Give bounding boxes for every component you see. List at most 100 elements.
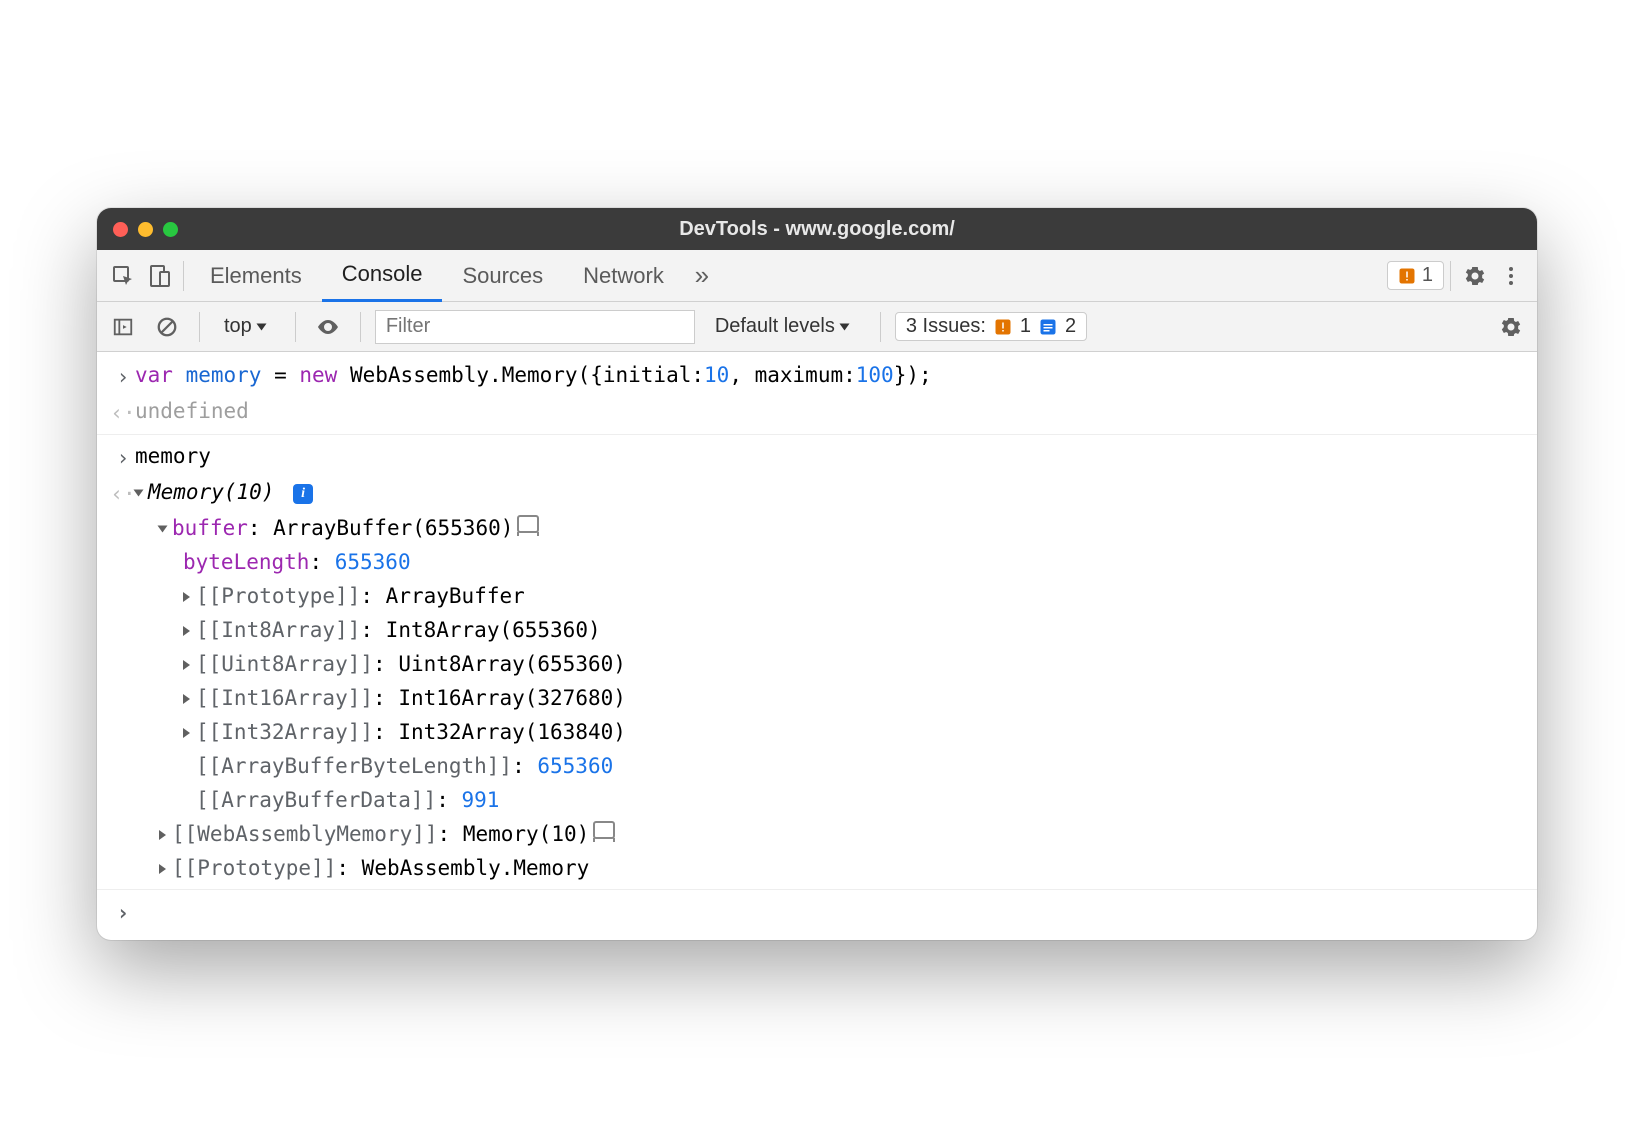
chevron-down-icon bbox=[839, 323, 849, 330]
tab-console[interactable]: Console bbox=[322, 250, 443, 302]
prop-val: Int32Array(163840) bbox=[398, 720, 626, 744]
prop-val: 655360 bbox=[335, 550, 411, 574]
expand-toggle-icon[interactable] bbox=[159, 864, 166, 874]
prop-key: buffer bbox=[172, 516, 248, 540]
devtools-window: DevTools - www.google.com/ Elements Cons… bbox=[97, 208, 1537, 940]
info-icon[interactable]: i bbox=[293, 484, 313, 504]
arg-key: initial: bbox=[603, 363, 704, 387]
context-selector[interactable]: top bbox=[214, 315, 281, 338]
device-toolbar-icon[interactable] bbox=[141, 258, 177, 294]
minimize-window-button[interactable] bbox=[138, 222, 153, 237]
prop-val: Memory(10) bbox=[463, 822, 589, 846]
levels-label: Default levels bbox=[715, 315, 835, 338]
log-levels-selector[interactable]: Default levels bbox=[703, 315, 866, 338]
keyword-new: new bbox=[299, 363, 337, 387]
output-marker-icon: ‹· bbox=[111, 394, 135, 430]
prop-key: [[Int16Array]] bbox=[196, 686, 373, 710]
object-property-row: [[ArrayBufferData]]: 991 bbox=[97, 783, 1537, 817]
divider bbox=[360, 312, 361, 342]
tab-elements[interactable]: Elements bbox=[190, 250, 322, 302]
object-property-row[interactable]: [[Int8Array]]: Int8Array(655360) bbox=[97, 613, 1537, 647]
arg-key: maximum: bbox=[755, 363, 856, 387]
settings-gear-icon[interactable] bbox=[1457, 258, 1493, 294]
divider bbox=[199, 312, 200, 342]
arg-val: 10 bbox=[704, 363, 729, 387]
prop-key: [[Prototype]] bbox=[172, 856, 336, 880]
filter-input[interactable] bbox=[375, 310, 695, 344]
prop-key: [[WebAssemblyMemory]] bbox=[172, 822, 438, 846]
prop-key: [[ArrayBufferByteLength]] bbox=[196, 754, 512, 778]
object-property-row[interactable]: [[WebAssemblyMemory]]: Memory(10) bbox=[97, 817, 1537, 851]
live-expression-eye-icon[interactable] bbox=[310, 309, 346, 345]
window-title: DevTools - www.google.com/ bbox=[97, 218, 1537, 241]
expand-toggle-icon[interactable] bbox=[183, 660, 190, 670]
issues-label: 3 Issues: bbox=[906, 315, 986, 338]
warnings-badge[interactable]: 1 bbox=[1387, 261, 1444, 290]
chevron-down-icon bbox=[256, 323, 266, 330]
prop-key: [[Prototype]] bbox=[196, 584, 360, 608]
output-marker-icon: ‹· bbox=[111, 475, 135, 511]
expand-toggle-icon[interactable] bbox=[159, 830, 166, 840]
close-window-button[interactable] bbox=[113, 222, 128, 237]
tab-sources[interactable]: Sources bbox=[442, 250, 563, 302]
prop-val: 655360 bbox=[537, 754, 613, 778]
console-input-row[interactable]: › var memory = new WebAssembly.Memory({i… bbox=[97, 358, 1537, 394]
constructor-name: WebAssembly.Memory bbox=[350, 363, 578, 387]
object-property-row[interactable]: buffer: ArrayBuffer(655360) bbox=[97, 511, 1537, 545]
prop-val: ArrayBuffer(655360) bbox=[273, 516, 513, 540]
expand-toggle-icon[interactable] bbox=[183, 728, 190, 738]
identifier: memory bbox=[186, 363, 262, 387]
memory-inspector-icon[interactable] bbox=[517, 515, 539, 533]
tab-network[interactable]: Network bbox=[563, 250, 684, 302]
prop-val: 991 bbox=[462, 788, 500, 812]
inspect-element-icon[interactable] bbox=[105, 258, 141, 294]
object-property-row[interactable]: [[Int32Array]]: Int32Array(163840) bbox=[97, 715, 1537, 749]
divider bbox=[295, 312, 296, 342]
object-property-row[interactable]: [[Int16Array]]: Int16Array(327680) bbox=[97, 681, 1537, 715]
issues-info-count: 2 bbox=[1065, 315, 1076, 338]
prop-val: Uint8Array(655360) bbox=[398, 652, 626, 676]
issues-warn-count: 1 bbox=[1020, 315, 1031, 338]
prop-key: [[Int8Array]] bbox=[196, 618, 360, 642]
clear-console-icon[interactable] bbox=[149, 309, 185, 345]
prop-val: Int8Array(655360) bbox=[386, 618, 601, 642]
object-property-row[interactable]: [[Prototype]]: ArrayBuffer bbox=[97, 579, 1537, 613]
console-sidebar-toggle-icon[interactable] bbox=[105, 309, 141, 345]
console-output-row: ‹· undefined bbox=[97, 394, 1537, 430]
prop-val: WebAssembly.Memory bbox=[362, 856, 590, 880]
context-label: top bbox=[224, 315, 252, 338]
prop-val: Int16Array(327680) bbox=[398, 686, 626, 710]
expand-toggle-icon[interactable] bbox=[158, 526, 168, 533]
console-output-row: ‹· Memory(10) i bbox=[97, 475, 1537, 511]
maximize-window-button[interactable] bbox=[163, 222, 178, 237]
traffic-lights bbox=[113, 222, 178, 237]
divider bbox=[183, 261, 184, 291]
object-header[interactable]: Memory(10) bbox=[148, 480, 274, 504]
warnings-count: 1 bbox=[1422, 264, 1433, 287]
memory-inspector-icon[interactable] bbox=[593, 821, 615, 839]
console-output: › var memory = new WebAssembly.Memory({i… bbox=[97, 352, 1537, 940]
issues-button[interactable]: 3 Issues: 1 2 bbox=[895, 312, 1087, 341]
more-tabs-icon[interactable]: » bbox=[684, 258, 720, 294]
divider bbox=[97, 889, 1537, 890]
expand-toggle-icon[interactable] bbox=[183, 694, 190, 704]
prop-key: [[Uint8Array]] bbox=[196, 652, 373, 676]
keyword-var: var bbox=[135, 363, 173, 387]
prop-key: [[Int32Array]] bbox=[196, 720, 373, 744]
console-input-row[interactable]: › memory bbox=[97, 439, 1537, 475]
expand-toggle-icon[interactable] bbox=[134, 490, 144, 497]
arg-sep: , bbox=[729, 363, 754, 387]
console-prompt[interactable]: › bbox=[97, 894, 1537, 930]
expand-toggle-icon[interactable] bbox=[183, 626, 190, 636]
object-property-row: byteLength: 655360 bbox=[97, 545, 1537, 579]
object-property-row[interactable]: [[Uint8Array]]: Uint8Array(655360) bbox=[97, 647, 1537, 681]
console-settings-gear-icon[interactable] bbox=[1493, 309, 1529, 345]
titlebar: DevTools - www.google.com/ bbox=[97, 208, 1537, 250]
prop-key: [[ArrayBufferData]] bbox=[196, 788, 436, 812]
expand-toggle-icon[interactable] bbox=[183, 592, 190, 602]
output-undefined: undefined bbox=[135, 394, 1523, 428]
tabs-toolbar: Elements Console Sources Network » 1 bbox=[97, 250, 1537, 302]
object-property-row[interactable]: [[Prototype]]: WebAssembly.Memory bbox=[97, 851, 1537, 885]
input-code: memory bbox=[135, 439, 1523, 473]
more-menu-icon[interactable] bbox=[1493, 258, 1529, 294]
